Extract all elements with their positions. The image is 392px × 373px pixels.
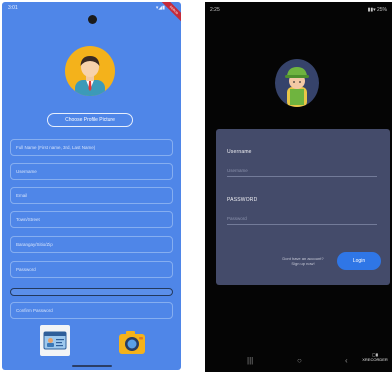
mascot-avatar-icon: [275, 59, 319, 107]
full-name-field[interactable]: Full Name (First name, 3rd, Last Name): [10, 139, 173, 156]
recents-icon[interactable]: |||: [247, 356, 253, 365]
status-bar: 2:25 ▮▮▾ 25%: [205, 2, 392, 16]
username-label: Username: [227, 149, 252, 155]
status-time: 2:25: [210, 7, 220, 13]
username-input[interactable]: Username: [227, 165, 377, 177]
town-street-field[interactable]: Town/Street: [10, 211, 173, 228]
status-bar: 3:01 ▾◢▮: [2, 2, 181, 14]
email-field[interactable]: Email: [10, 187, 173, 204]
password-label: PASSWORD: [227, 197, 258, 203]
confirm-password-field[interactable]: Confirm Password: [10, 302, 173, 319]
id-card-icon[interactable]: [40, 325, 70, 356]
registration-screen: 3:01 ▾◢▮ DEBUG Choose Profile Picture Fu…: [2, 2, 181, 370]
password-input[interactable]: Password: [227, 213, 377, 225]
profile-avatar-icon[interactable]: [65, 46, 115, 96]
username-field[interactable]: Username: [10, 163, 173, 180]
choose-profile-picture-button[interactable]: Choose Profile Picture: [47, 113, 133, 127]
login-card: Username Username PASSWORD Password Dont…: [216, 129, 390, 285]
status-time: 3:01: [8, 5, 18, 11]
camera-icon[interactable]: [116, 327, 148, 358]
focused-field[interactable]: [10, 288, 173, 296]
barangay-field[interactable]: Barangay/Sitio/Zip: [10, 236, 173, 253]
status-icons: ▮▮▾ 25%: [367, 7, 387, 13]
sign-up-link[interactable]: Dont have an account? Sign up now!: [274, 256, 332, 266]
sign-up-now: Sign up now!: [291, 261, 315, 266]
recorder-watermark: ▢▮ XRECORDER: [362, 352, 388, 362]
home-indicator: [72, 365, 112, 367]
login-button[interactable]: Login: [337, 252, 381, 270]
home-icon[interactable]: ○: [297, 356, 302, 365]
camera-cutout: [88, 15, 97, 24]
back-icon[interactable]: ‹: [345, 356, 348, 365]
password-field[interactable]: Password: [10, 261, 173, 278]
login-screen: 2:25 ▮▮▾ 25% Username Username PASSWORD …: [205, 2, 392, 372]
status-icons: ▾◢▮: [155, 5, 165, 11]
